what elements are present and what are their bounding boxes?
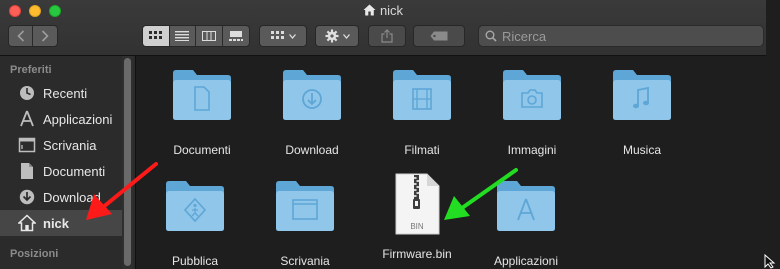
download-icon [17,188,37,206]
finder-window: nick Ricerca Preferiti Recenti Applicazi… [0,0,766,269]
tag-icon [430,31,448,41]
sidebar-item-nick[interactable]: nick [0,210,122,236]
folder-applications-icon [497,181,555,231]
file-item-label: Applicazioni [493,254,559,268]
file-item-documenti[interactable]: Documenti [147,69,257,157]
file-item-applicazioni[interactable]: Applicazioni [471,180,581,268]
file-item-label: Firmware.bin [382,247,452,261]
file-item-download[interactable]: Download [257,69,367,157]
sidebar-item-documenti[interactable]: Documenti [0,158,122,184]
forward-button[interactable] [33,26,57,46]
window-title: nick [0,3,766,18]
file-item-pubblica[interactable]: Pubblica [140,180,250,268]
file-item-scrivania[interactable]: Scrivania [250,180,360,268]
search-input[interactable] [502,28,752,44]
window-title-text: nick [379,3,404,18]
file-item-label: Download [285,143,339,157]
folder-documents-icon [173,70,231,120]
icon-view-icon [148,31,162,39]
file-item-filmati[interactable]: Filmati [367,69,477,157]
applications-icon [17,110,37,128]
gallery-view-button[interactable] [223,26,249,46]
sidebar-item-download[interactable]: Download [0,184,122,210]
search-field[interactable] [478,25,764,47]
folder-desktop-icon [276,181,334,231]
icon-view-button[interactable] [143,26,170,46]
toolbar: nick [0,0,766,56]
column-view-button[interactable] [196,26,223,46]
document-icon [17,162,37,180]
chevron-left-icon [16,30,24,42]
file-type-badge: BIN [410,222,424,231]
file-item-firmware-bin[interactable]: BIN Firmware.bin [362,173,472,261]
sidebar-item-label: nick [43,215,70,231]
file-item-label: Musica [622,143,661,157]
folder-pictures-icon [503,70,561,120]
group-by-button[interactable] [259,25,307,47]
sidebar-item-recenti[interactable]: Recenti [0,80,122,106]
folder-public-icon [166,181,224,231]
sidebar-item-label: Download [43,189,101,205]
gear-icon [325,29,338,43]
file-item-musica[interactable]: Musica [587,69,697,157]
resize-cursor-icon [764,254,776,269]
grid-icon [270,31,284,39]
sidebar-scrollbar-thumb[interactable] [124,58,131,266]
sidebar-item-label: Documenti [43,163,106,179]
desktop-icon [17,136,37,154]
file-item-label: Pubblica [171,254,219,268]
sidebar-item-scrivania[interactable]: Scrivania [0,132,122,158]
share-button[interactable] [368,25,406,47]
zip-file-icon: BIN [395,173,440,235]
gallery-view-icon [228,31,243,41]
chevron-down-icon [342,33,350,39]
view-mode-control [142,25,250,47]
clock-icon [17,84,37,102]
file-item-immagini[interactable]: Immagini [477,69,587,157]
chevron-down-icon [288,33,296,39]
search-icon [485,30,497,42]
file-item-label: Immagini [507,143,557,157]
sidebar-item-applicazioni[interactable]: Applicazioni [0,106,122,132]
sidebar-item-label: Applicazioni [43,111,113,127]
share-icon [381,29,393,43]
folder-movies-icon [393,70,451,120]
tag-button[interactable] [413,25,465,47]
list-view-button[interactable] [170,26,196,46]
chevron-right-icon [41,30,49,42]
file-item-label: Documenti [173,143,231,157]
sidebar-section-locations: Posizioni [10,248,59,260]
sidebar-scrollbar[interactable] [122,56,133,269]
file-browser-content: Documenti Download Filmati Immagini Musi… [137,56,766,269]
sidebar: Preferiti Recenti Applicazioni Scrivania… [0,56,136,269]
folder-music-icon [613,70,671,120]
list-view-icon [175,31,190,41]
back-button[interactable] [9,26,34,46]
file-item-label: Filmati [404,143,440,157]
sidebar-section-favorites: Preferiti [10,64,52,76]
action-menu-button[interactable] [315,25,359,47]
home-icon [17,214,37,232]
sidebar-item-label: Recenti [43,85,88,101]
sidebar-item-label: Scrivania [43,137,97,153]
folder-download-icon [283,70,341,120]
navigation-buttons [8,25,58,47]
file-item-label: Scrivania [280,254,330,268]
column-view-icon [201,31,216,41]
home-icon [363,4,376,16]
